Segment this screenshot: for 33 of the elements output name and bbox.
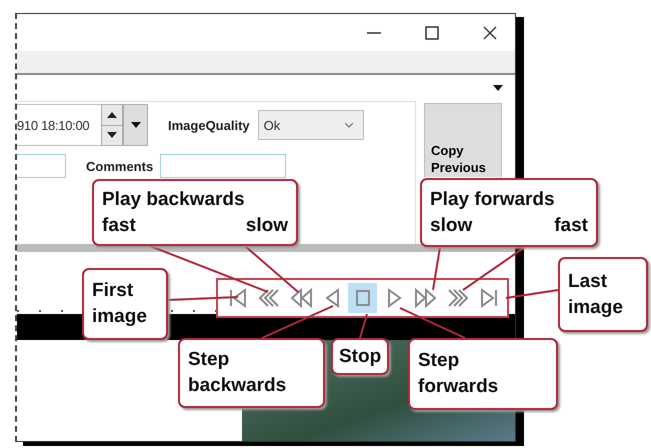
image-quality-label: ImageQuality [168, 118, 250, 132]
image-quality-dropdown[interactable]: Ok [258, 110, 364, 140]
maximize-icon[interactable] [425, 26, 439, 40]
copy-previous-button[interactable]: Copy Previous [424, 103, 502, 177]
callout-text: image [92, 305, 147, 329]
caret-icon[interactable] [493, 85, 503, 91]
callout-text: slow [246, 214, 288, 238]
callout-text: Play backwards [102, 188, 245, 212]
callout-text: Step [188, 348, 230, 372]
close-icon[interactable] [483, 26, 497, 40]
caret-icon [130, 122, 140, 128]
callout-text: fast [102, 214, 136, 238]
dropdown-button[interactable] [123, 104, 148, 146]
comments-label: Comments [86, 158, 154, 174]
minimize-icon[interactable] [367, 32, 381, 34]
callout-text: Last [568, 270, 608, 294]
down-arrow-icon [107, 132, 117, 138]
callout-text: Stop [339, 344, 382, 368]
up-arrow-icon [107, 112, 117, 118]
callout-text: backwards [188, 374, 286, 398]
chevron-down-icon [344, 122, 353, 128]
callout-text: First [92, 279, 134, 303]
callout-text: slow [430, 214, 472, 238]
spin-up-button[interactable] [102, 105, 122, 124]
callout-text: image [568, 296, 623, 320]
spin-down-button[interactable] [102, 124, 122, 145]
input-field[interactable] [17, 154, 66, 178]
comments-field[interactable] [160, 154, 286, 178]
callout-text: Play forwards [430, 188, 555, 212]
callout-text: forwards [418, 375, 498, 399]
datetime-field[interactable]: 910 18:10:00 [17, 104, 101, 146]
callout-text: fast [554, 214, 588, 238]
callout-text: Step [418, 349, 460, 373]
